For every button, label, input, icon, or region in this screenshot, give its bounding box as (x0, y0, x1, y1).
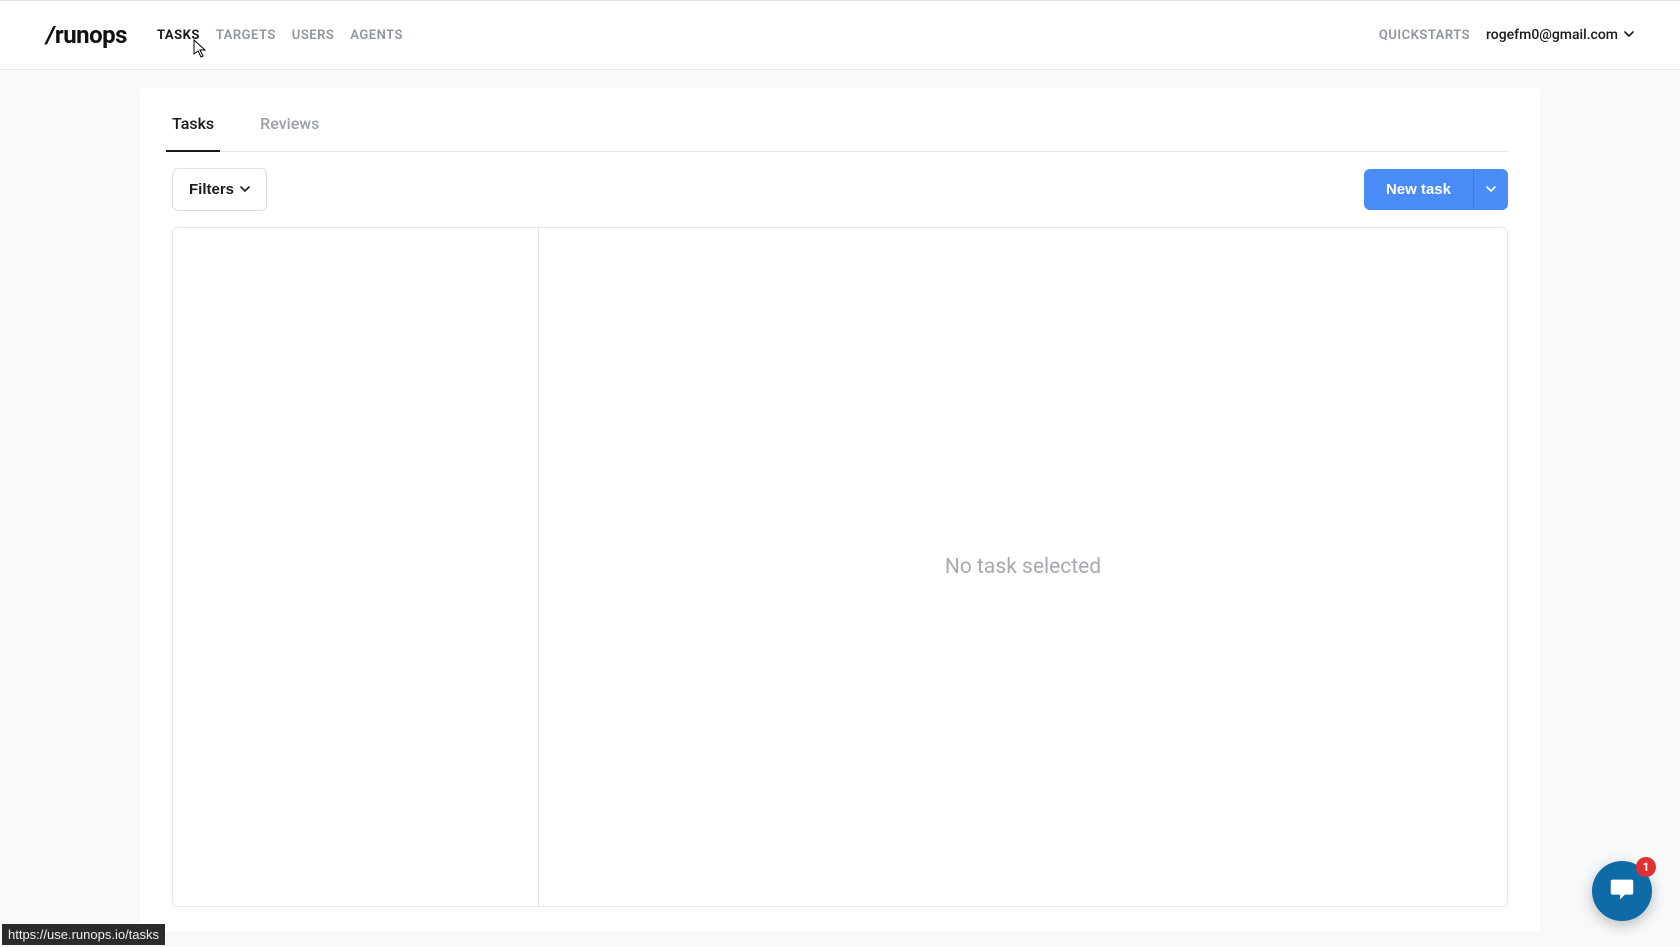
filters-label: Filters (189, 181, 234, 198)
split-panel: No task selected (172, 227, 1508, 907)
nav-item-tasks[interactable]: TASKS (157, 28, 200, 43)
user-email: rogefm0@gmail.com (1486, 27, 1618, 43)
new-task-dropdown[interactable] (1473, 169, 1508, 210)
user-menu[interactable]: rogefm0@gmail.com (1486, 27, 1634, 43)
logo-slash: / (46, 21, 54, 49)
chevron-down-icon (1624, 27, 1634, 43)
status-url-hint: https://use.runops.io/tasks (2, 924, 165, 945)
app-header: /runops TASKS TARGETS USERS AGENTS QUICK… (0, 0, 1680, 70)
primary-nav: TASKS TARGETS USERS AGENTS (157, 28, 403, 43)
main-area: Tasks Reviews Filters New task (0, 70, 1680, 931)
nav-item-users[interactable]: USERS (292, 28, 335, 43)
chat-unread-badge: 1 (1636, 857, 1656, 877)
nav-item-targets[interactable]: TARGETS (216, 28, 276, 43)
content-card: Tasks Reviews Filters New task (140, 88, 1540, 931)
new-task-button[interactable]: New task (1364, 169, 1473, 210)
nav-item-quickstarts[interactable]: QUICKSTARTS (1379, 28, 1470, 43)
task-detail-panel: No task selected (539, 228, 1507, 906)
empty-state-message: No task selected (945, 555, 1101, 579)
chat-launcher[interactable]: 1 (1592, 861, 1652, 921)
chevron-down-icon (1486, 182, 1496, 197)
filters-button[interactable]: Filters (172, 168, 267, 211)
tab-reviews[interactable]: Reviews (260, 114, 319, 151)
brand-logo[interactable]: /runops (46, 21, 127, 49)
chevron-down-icon (240, 181, 250, 198)
new-task-group: New task (1364, 169, 1508, 210)
sub-tabs: Tasks Reviews (172, 88, 1508, 152)
chat-icon (1607, 874, 1637, 908)
tab-tasks[interactable]: Tasks (172, 114, 214, 151)
header-right: QUICKSTARTS rogefm0@gmail.com (1379, 27, 1634, 43)
nav-item-agents[interactable]: AGENTS (350, 28, 403, 43)
logo-text: runops (55, 21, 127, 49)
task-list-panel (173, 228, 539, 906)
toolbar: Filters New task (172, 152, 1508, 227)
